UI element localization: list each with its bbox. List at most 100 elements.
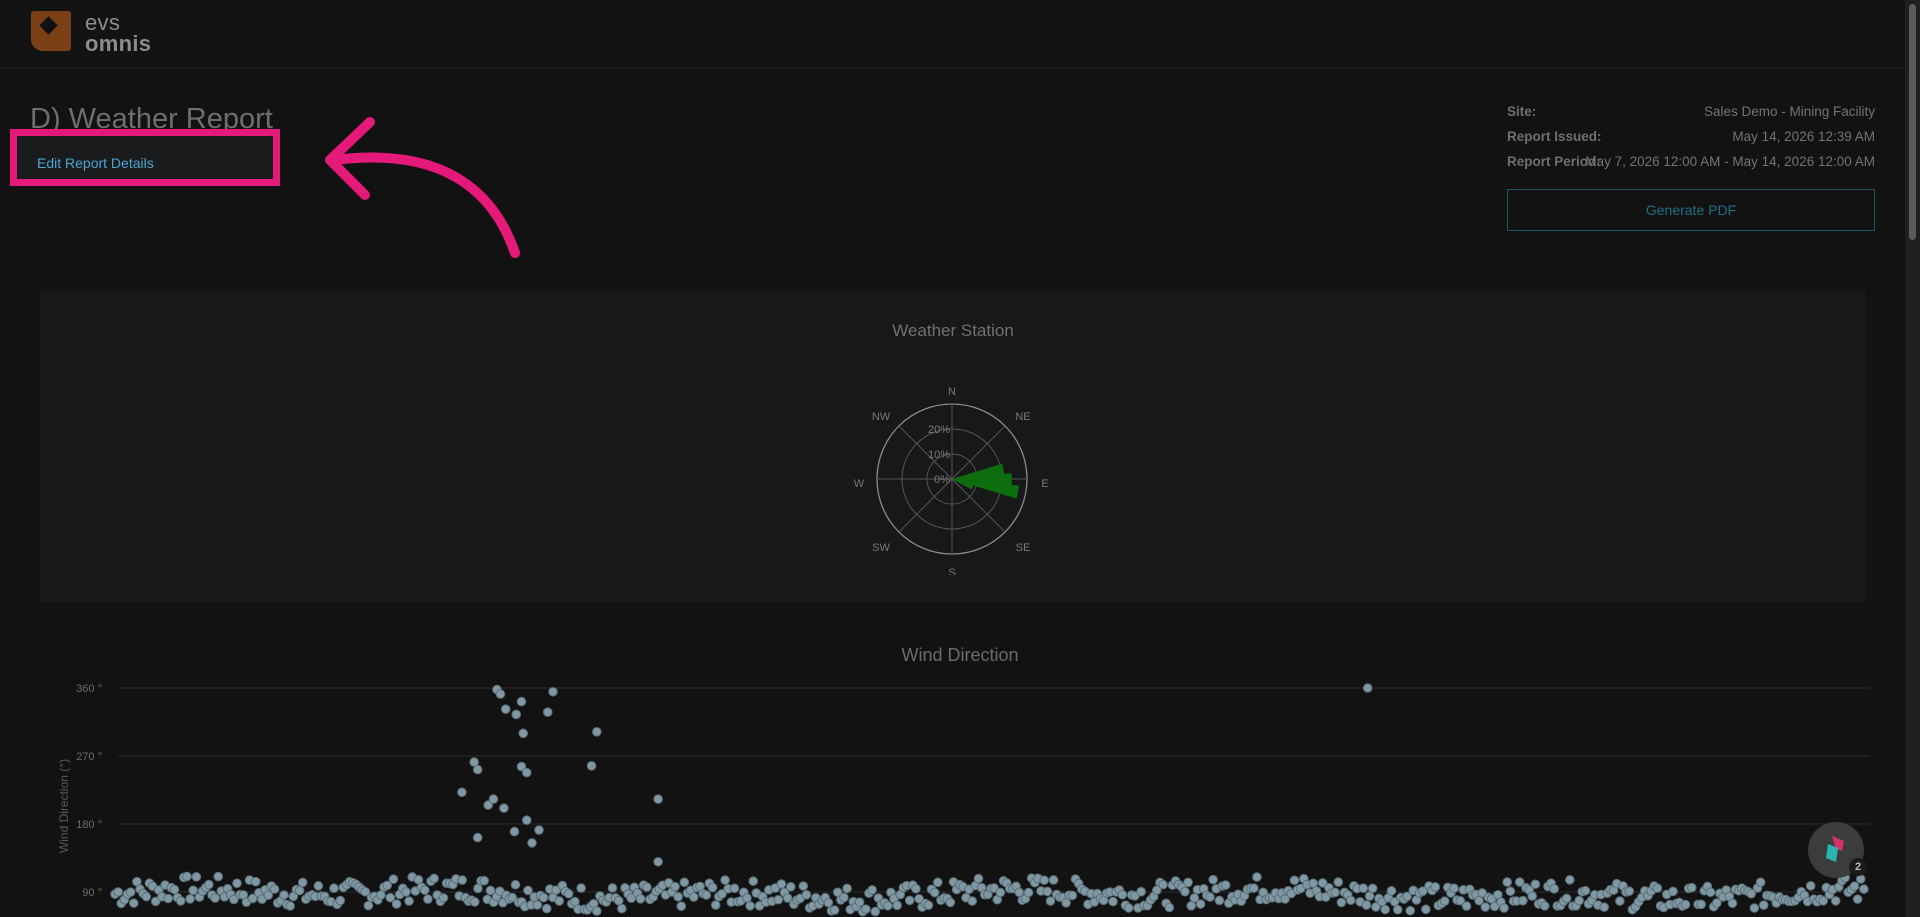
scatter-point xyxy=(653,794,663,804)
scatter-point xyxy=(1333,877,1344,887)
scatter-point xyxy=(1461,901,1472,911)
scatter-point xyxy=(1527,891,1538,901)
scatter-point xyxy=(785,881,796,892)
scatter-point xyxy=(554,896,565,906)
scatter-point xyxy=(1430,882,1441,892)
scatter-point xyxy=(1439,896,1450,907)
scatter-point xyxy=(1859,884,1869,894)
scatter-point xyxy=(521,767,532,778)
scatter-point xyxy=(509,826,520,837)
scatter-point xyxy=(1345,895,1356,906)
scatter-point xyxy=(842,883,852,894)
scatter-point xyxy=(469,897,480,907)
y-tick-label: 180 ° xyxy=(76,819,102,831)
scatter-point xyxy=(511,709,522,720)
scatter-point xyxy=(128,898,139,908)
scatter-point xyxy=(1502,877,1513,887)
scatter-point xyxy=(479,875,489,886)
scatter-point xyxy=(1480,902,1491,912)
scatter-point xyxy=(1289,875,1300,886)
scatter-point xyxy=(538,892,549,903)
scatter-point xyxy=(673,891,683,902)
scatter-point xyxy=(548,686,558,697)
wind-direction-chart: 90 ° 180 ° 270 ° 360 ° Wind Direction (°) xyxy=(57,683,1870,917)
scatter-point xyxy=(773,894,784,905)
scatter-point xyxy=(1652,883,1663,893)
scatter-point xyxy=(1505,886,1516,897)
scatter-point xyxy=(576,883,586,893)
scatter-point xyxy=(1048,875,1059,885)
scatter-point xyxy=(1336,897,1347,908)
scatter-point xyxy=(1023,887,1034,898)
scatter-point xyxy=(1380,904,1390,915)
y-axis-label: Wind Direction (°) xyxy=(57,759,71,853)
scatter-point xyxy=(911,883,921,894)
scatter-point xyxy=(670,881,680,892)
scatter-point xyxy=(169,884,180,895)
scatter-point xyxy=(882,900,893,911)
vertical-scrollbar[interactable] xyxy=(1905,0,1920,917)
scatter-point xyxy=(404,896,414,906)
scatter-point xyxy=(516,696,527,707)
scatter-point xyxy=(1680,899,1691,910)
scatter-point xyxy=(592,727,602,737)
scatter-point xyxy=(1405,905,1416,916)
scatter-point xyxy=(499,803,509,813)
scatter-point xyxy=(861,904,871,914)
scatter-point xyxy=(1580,885,1591,896)
scatter-point xyxy=(391,899,402,909)
scatter-point xyxy=(527,838,537,848)
scatter-point xyxy=(1183,877,1193,888)
scatter-point xyxy=(438,893,449,903)
scatter-point xyxy=(748,876,759,886)
scatter-point xyxy=(532,900,543,910)
scatter-point xyxy=(125,887,136,897)
scatter-point xyxy=(1624,886,1635,896)
scatter-point xyxy=(1805,881,1816,891)
scatter-point xyxy=(518,728,529,739)
scatter-point xyxy=(829,905,840,915)
scatter-point xyxy=(429,873,439,884)
scatter-point xyxy=(1830,896,1841,906)
scatter-point xyxy=(839,892,849,903)
scatter-point xyxy=(232,878,242,889)
y-tick-label: 270 ° xyxy=(76,751,102,763)
notification-badge: 2 xyxy=(1849,858,1867,876)
scatter-point xyxy=(376,890,386,900)
scatter-point xyxy=(823,897,834,908)
scatter-point xyxy=(676,901,687,912)
scatter-point xyxy=(729,883,740,894)
scatter-point xyxy=(250,876,261,887)
scatter-point xyxy=(294,885,305,896)
scatter-point xyxy=(745,901,755,911)
scatter-point xyxy=(1117,889,1128,900)
scatter-point xyxy=(1705,887,1716,898)
scatter-point xyxy=(854,897,865,907)
scatter-point xyxy=(1367,883,1378,894)
scatter-point xyxy=(1358,883,1369,894)
y-tick-label: 90 ° xyxy=(82,887,102,899)
scatter-point xyxy=(929,887,940,898)
scatter-point xyxy=(1530,879,1541,890)
scatter-point xyxy=(1758,900,1769,910)
scatter-point xyxy=(185,894,195,904)
scatter-point xyxy=(1574,895,1584,906)
scatter-point xyxy=(945,897,956,908)
scatter-point xyxy=(1727,898,1738,909)
scatter-point xyxy=(1123,903,1134,913)
scatter-point xyxy=(563,888,574,899)
scatter-point xyxy=(710,900,721,910)
scatter-point xyxy=(1564,875,1575,885)
scatter-point xyxy=(210,893,220,903)
scatter-point xyxy=(521,815,532,826)
scatter-point xyxy=(1214,895,1225,906)
scrollbar-thumb[interactable] xyxy=(1909,4,1916,240)
scatter-point xyxy=(388,874,399,884)
scatter-point xyxy=(1108,896,1118,907)
scatter-point xyxy=(510,879,521,890)
scatter-point xyxy=(541,903,552,914)
scatter-point xyxy=(720,875,730,885)
scatter-point xyxy=(1561,893,1572,904)
scatter-point xyxy=(204,879,214,890)
scatter-point xyxy=(1205,892,1215,902)
